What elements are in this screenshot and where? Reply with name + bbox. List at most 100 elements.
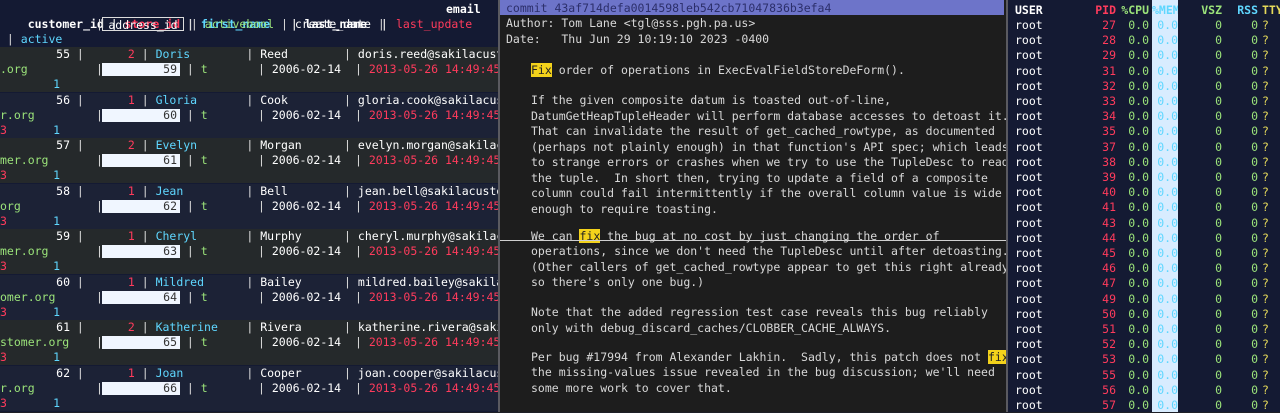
- row-line-2: | t: [180, 108, 208, 123]
- ps-cell-tty: ?: [1262, 18, 1269, 32]
- cell-sep: |: [180, 244, 201, 258]
- cell-store-id: 2: [127, 320, 135, 334]
- cell-sep: |: [225, 183, 261, 198]
- row-line-2: | t: [180, 381, 208, 396]
- psql-result-pane[interactable]: customer_id | store_id | first_name | la…: [0, 0, 498, 412]
- ps-cell-mem: 0.0: [1157, 215, 1178, 230]
- commit-body-line: only with debug_discard_caches/CLOBBER_C…: [531, 320, 892, 335]
- ps-cell-pid: 27: [1102, 18, 1116, 32]
- cell-active: 1: [53, 77, 60, 91]
- row-line-3: 31: [0, 214, 60, 229]
- cell-sep: |: [70, 229, 91, 243]
- cell-activebool: t: [200, 62, 208, 76]
- ps-cell-rss: 0: [1251, 94, 1258, 108]
- cell-last-name: Morgan: [260, 138, 302, 152]
- commit-body-line: If the given composite datum is toasted …: [531, 93, 892, 107]
- cell-sep: |: [258, 62, 272, 76]
- ps-cell-tty: ?: [1262, 78, 1269, 93]
- ps-cell-tty: ?: [1262, 230, 1269, 245]
- cell-last-name: Murphy: [260, 229, 302, 243]
- ps-cell-rss: 0: [1251, 109, 1258, 124]
- cell-customer-id: 55: [56, 47, 70, 61]
- ps-header-user: USER: [1015, 3, 1043, 17]
- cell-last-update: 2013-05-26 14:49:45.73: [368, 289, 498, 304]
- cell-store-id: 1: [127, 229, 135, 243]
- ps-header-vsz: VSZ: [1201, 3, 1222, 17]
- ps-cell-cpu: 0.0: [1128, 261, 1149, 276]
- col-customer-id: customer_id: [27, 17, 104, 31]
- cell-create-date: 2006-02-14: [271, 335, 342, 349]
- cell-sep: |: [180, 107, 201, 122]
- ps-cell-pid: 46: [1102, 261, 1116, 276]
- ps-cell-pid: 57: [1102, 398, 1116, 412]
- ps-cell-cpu: 0.0: [1128, 94, 1149, 108]
- cell-last-update: 2013-05-26 14:49:45.73: [368, 62, 498, 76]
- cell-last-update: 2013-05-26 14:49:45.73: [368, 380, 498, 395]
- table-header-row: customer_id | store_id | first_name | la…: [27, 17, 395, 31]
- ps-cell-user: root: [1015, 322, 1043, 336]
- ps-cell-cpu: 0.0: [1128, 154, 1149, 169]
- ps-cell-mem: 0.0: [1157, 291, 1178, 306]
- ps-cell-mem: 0.0: [1157, 124, 1178, 139]
- ps-cell-mem: 0.0: [1157, 170, 1178, 184]
- cell-sep: |: [330, 183, 358, 198]
- row-line-1: 61 | 2 | Katherine | Rivera | katherine.…: [0, 320, 498, 335]
- ps-cell-rss: 0: [1251, 63, 1258, 78]
- ps-cell-user: root: [1015, 276, 1043, 291]
- commit-body-line: so there's only one bug.): [531, 275, 705, 289]
- git-log-pane[interactable]: commit 43af714defa0014598leb542cb7104783…: [500, 0, 1006, 412]
- ps-cell-mem: 0.0: [1157, 139, 1178, 154]
- commit-body-line: We can fix the bug at no cost by just ch…: [531, 229, 940, 243]
- cell-active: 1: [53, 213, 60, 228]
- ps-cell-vsz: 0: [1215, 276, 1222, 291]
- commit-body-line: the tuple. In short then, trying to upda…: [531, 170, 988, 185]
- row-line-2: | t: [180, 244, 208, 259]
- ps-cell-cpu: 0.0: [1128, 170, 1149, 184]
- ps-cell-mem: 0.0: [1157, 109, 1178, 124]
- cell-address-id: 59: [102, 63, 180, 76]
- commit-body-line: DatumGetHeapTupleHeader will perform dat…: [531, 108, 1006, 123]
- cell-email: jean.bell@sakilacustomer.: [357, 183, 498, 198]
- ps-cell-rss: 0: [1251, 48, 1258, 63]
- commit-body-line: That can invalidate the result of get_ca…: [531, 124, 995, 138]
- cell-sep: |: [134, 92, 156, 107]
- row-line-2: | t: [180, 62, 208, 77]
- cell-sep: |: [258, 153, 272, 167]
- cell-email-tail: org: [0, 198, 21, 213]
- cell-sep: |: [180, 62, 201, 76]
- cell-sep: |: [134, 365, 156, 380]
- commit-body-line: enough to require toasting.: [531, 201, 718, 216]
- ps-cell-user: root: [1015, 185, 1043, 200]
- cell-address-id: 64: [102, 290, 180, 304]
- cell-customer-id: 61: [56, 320, 70, 334]
- ps-cell-vsz: 0: [1215, 78, 1222, 93]
- cell-sep: |: [225, 138, 261, 152]
- cell-sep: |: [134, 274, 156, 289]
- cell-address-id: 65: [102, 336, 180, 349]
- commit-body-line: some more work to cover that.: [531, 380, 732, 395]
- cell-email: doris.reed@sakilacustom: [357, 47, 498, 61]
- ps-cell-user: root: [1015, 94, 1043, 108]
- ps-cell-cpu: 0.0: [1128, 306, 1149, 321]
- ps-cell-rss: 0: [1251, 398, 1258, 412]
- ps-cell-user: root: [1015, 18, 1043, 32]
- cell-sep: |: [330, 365, 358, 380]
- cell-create-date: 2006-02-14: [271, 244, 342, 258]
- ps-cell-rss: 0: [1251, 367, 1258, 382]
- cell-last-name: Reed: [260, 47, 288, 61]
- ps-cell-rss: 0: [1251, 291, 1258, 306]
- ps-cell-cpu: 0.0: [1128, 139, 1149, 154]
- ps-cell-vsz: 0: [1215, 215, 1222, 230]
- ps-cell-cpu: 0.0: [1128, 352, 1149, 367]
- ps-cell-mem: 0.0: [1157, 48, 1178, 63]
- cell-address-id: 60: [102, 108, 180, 122]
- cell-activebool: t: [200, 198, 208, 213]
- ps-cell-rss: 0: [1251, 139, 1258, 154]
- commit-body-line: (perhaps not plainly enough) in that fun…: [531, 139, 1006, 154]
- cell-last-name: Cooper: [260, 365, 302, 380]
- row-line-2b: | 2006-02-14 | 2013-05-26 14:49:45.73: [258, 62, 498, 77]
- ps-cell-mem: 0.0: [1157, 322, 1178, 336]
- ps-cell-user: root: [1015, 109, 1043, 124]
- ps-cell-user: root: [1015, 33, 1043, 48]
- commit-hash: commit 43af714defa0014598leb542cb7104783…: [506, 1, 832, 15]
